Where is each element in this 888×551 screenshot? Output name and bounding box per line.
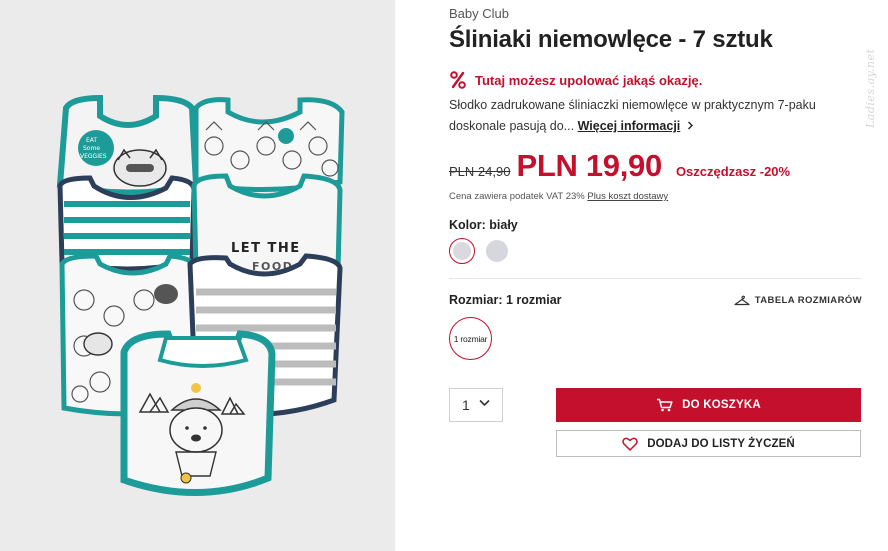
svg-text:LET THE: LET THE [231,241,301,256]
watermark: Ladies.ay.net [864,48,877,128]
color-swatch[interactable] [486,240,508,262]
tax-note: Cena zawiera podatek VAT 23% Plus koszt … [449,191,668,202]
quantity-value: 1 [462,397,470,413]
product-description: Słodko zadrukowane śliniaczki niemowlęce… [449,95,849,137]
chevron-down-icon [479,399,490,407]
add-to-wishlist-button[interactable]: DODAJ DO LISTY ŻYCZEŃ [556,430,861,457]
swatch-fill [453,242,471,260]
percent-icon [449,70,467,90]
heart-icon [622,437,638,451]
size-table-link[interactable]: TABELA ROZMIARÓW [734,295,862,306]
brand-name[interactable]: Baby Club [449,6,509,21]
old-price: PLN 24,90 [449,164,511,179]
more-info-link[interactable]: Więcej informacji [578,119,681,133]
divider [449,278,862,279]
saving-badge: Oszczędzasz -20% [675,164,791,179]
deal-banner: Tutaj możesz upolować jakąś okazję. [449,70,702,90]
size-table-label: TABELA ROZMIARÓW [754,295,862,306]
bibs-illustration: EAT Some VEGGIES LET THE FOOD [56,94,345,496]
shipping-link[interactable]: Plus koszt dostawy [587,191,668,202]
tax-text: Cena zawiera podatek VAT 23% [449,191,585,202]
svg-text:EAT: EAT [86,137,97,144]
price-row: PLN 24,90 PLN 19,90 Oszczędzasz -20% [449,148,790,184]
cart-icon [656,398,673,412]
product-image[interactable]: EAT Some VEGGIES LET THE FOOD [0,0,395,551]
product-title: Śliniaki niemowlęce - 7 sztuk [449,26,773,53]
add-to-cart-label: DO KOSZYKA [682,399,761,411]
current-price: PLN 19,90 [516,148,662,183]
color-swatch-selected[interactable] [449,238,475,264]
color-label: Kolor: biały [449,218,518,232]
size-option-selected[interactable]: 1 rozmiar [449,317,492,360]
chevron-right-icon [683,119,693,133]
svg-text:Some: Some [83,145,100,152]
add-to-wishlist-label: DODAJ DO LISTY ŻYCZEŃ [647,437,795,450]
hanger-icon [734,295,750,306]
deal-text: Tutaj możesz upolować jakąś okazję. [475,72,703,88]
add-to-cart-button[interactable]: DO KOSZYKA [556,388,861,422]
quantity-select[interactable]: 1 [449,388,503,422]
svg-text:VEGGIES: VEGGIES [80,153,107,160]
size-label: Rozmiar: 1 rozmiar [449,293,562,307]
bib-bear [120,330,276,496]
